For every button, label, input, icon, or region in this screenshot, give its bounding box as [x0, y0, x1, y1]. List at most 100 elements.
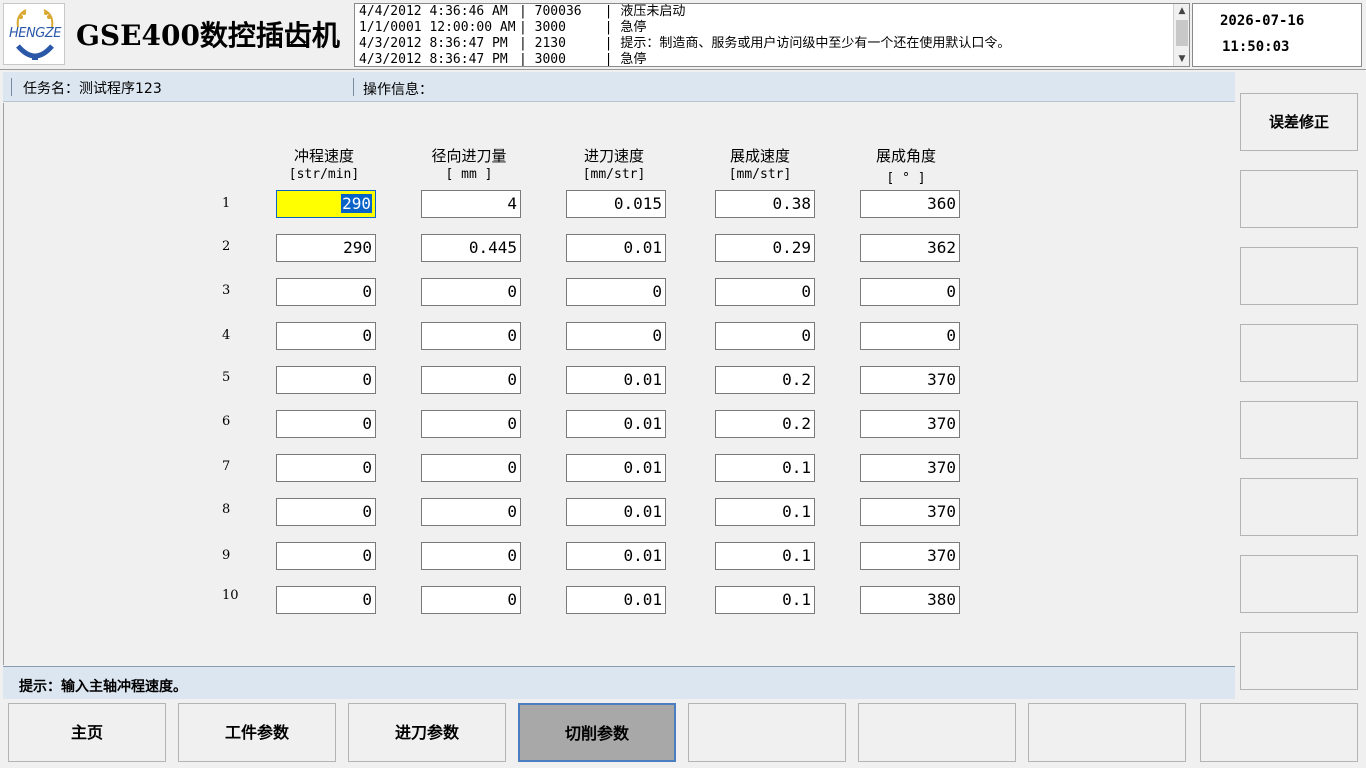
generating-speed-field[interactable]: 0.1 [715, 542, 815, 570]
stroke-speed-field[interactable]: 0 [276, 322, 376, 350]
column-unit: [ mm ] [445, 167, 493, 182]
cutting-params-button[interactable]: 切削参数 [518, 703, 676, 762]
feed-speed-field[interactable]: 0.01 [566, 542, 666, 570]
generating-angle-field[interactable]: 370 [860, 410, 960, 438]
stroke-speed-field[interactable]: 0 [276, 542, 376, 570]
generating-angle-field[interactable]: 0 [860, 278, 960, 306]
column-unit: [mm/str] [582, 167, 646, 182]
side-button-3[interactable] [1240, 247, 1358, 305]
workpiece-params-button[interactable]: 工件参数 [178, 703, 336, 762]
feed-speed-field[interactable]: 0.01 [566, 586, 666, 614]
generating-angle-field[interactable]: 360 [860, 190, 960, 218]
column-header: 进刀速度 [583, 147, 644, 165]
feed-speed-field[interactable]: 0 [566, 322, 666, 350]
feed-speed-field[interactable]: 0.01 [566, 454, 666, 482]
side-button-4[interactable] [1240, 324, 1358, 382]
generating-angle-field[interactable]: 370 [860, 366, 960, 394]
side-button-7[interactable] [1240, 555, 1358, 613]
radial-feed-field[interactable]: 4 [421, 190, 521, 218]
bottom-button-5[interactable] [688, 703, 846, 762]
generating-speed-field[interactable]: 0.1 [715, 586, 815, 614]
generating-speed-field[interactable]: 0.2 [715, 410, 815, 438]
log-entry: 4/3/2012 8:36:47 PM | 2130 | 提示：制造商、服务或用户访… [359, 36, 1011, 51]
column-header: 展成速度 [729, 147, 790, 165]
stroke-speed-field[interactable]: 0 [276, 278, 376, 306]
bottom-button-6[interactable] [858, 703, 1016, 762]
bottom-button-8[interactable] [1200, 703, 1358, 762]
feed-speed-field[interactable]: 0.015 [566, 190, 666, 218]
scroll-up-icon[interactable]: ▲ [1174, 4, 1190, 18]
scroll-thumb[interactable] [1176, 20, 1188, 46]
radial-feed-field[interactable]: 0 [421, 322, 521, 350]
row-number: 10 [222, 588, 239, 603]
cutting-params-panel: 冲程速度 [str/min] 径向进刀量 [ mm ] 进刀速度 [mm/str… [3, 103, 1235, 665]
generating-speed-field[interactable]: 0.1 [715, 498, 815, 526]
feed-speed-field[interactable]: 0.01 [566, 366, 666, 394]
log-entry: 4/3/2012 8:36:47 PM | 3000 | 急停 [359, 52, 647, 67]
divider [11, 78, 12, 96]
generating-angle-field[interactable]: 380 [860, 586, 960, 614]
column-unit: [ ° ] [886, 171, 926, 186]
feed-speed-field[interactable]: 0.01 [566, 410, 666, 438]
radial-feed-field[interactable]: 0 [421, 278, 521, 306]
log-entry: 1/1/0001 12:00:00 AM | 3000 | 急停 [359, 20, 647, 35]
stroke-speed-field[interactable]: 290 [276, 190, 376, 218]
app-title: GSE400数控插齿机 [76, 19, 340, 52]
generating-angle-field[interactable]: 0 [860, 322, 960, 350]
stroke-speed-field[interactable]: 0 [276, 454, 376, 482]
stroke-speed-field[interactable]: 0 [276, 586, 376, 614]
stroke-speed-field[interactable]: 0 [276, 366, 376, 394]
row-number: 8 [222, 502, 231, 517]
error-correction-button[interactable]: 误差修正 [1240, 93, 1358, 151]
company-logo: HENGZE [3, 3, 65, 65]
bottom-button-7[interactable] [1028, 703, 1186, 762]
generating-speed-field[interactable]: 0.29 [715, 234, 815, 262]
log-entry: 4/4/2012 4:36:46 AM | 700036 | 液压未启动 [359, 4, 686, 19]
side-button-5[interactable] [1240, 401, 1358, 459]
generating-speed-field[interactable]: 0.38 [715, 190, 815, 218]
log-scrollbar[interactable]: ▲ ▼ [1173, 4, 1189, 66]
feed-speed-field[interactable]: 0.01 [566, 234, 666, 262]
column-header: 展成角度 [875, 147, 936, 165]
scroll-down-icon[interactable]: ▼ [1174, 52, 1190, 66]
row-number: 2 [222, 239, 231, 254]
column-header: 冲程速度 [293, 147, 354, 165]
radial-feed-field[interactable]: 0 [421, 586, 521, 614]
feed-speed-field[interactable]: 0.01 [566, 498, 666, 526]
generating-speed-field[interactable]: 0 [715, 278, 815, 306]
row-number: 1 [222, 196, 231, 211]
radial-feed-field[interactable]: 0 [421, 410, 521, 438]
alarm-log-list[interactable]: 4/4/2012 4:36:46 AM | 700036 | 液压未启动 1/1/0… [354, 3, 1190, 67]
radial-feed-field[interactable]: 0 [421, 542, 521, 570]
generating-speed-field[interactable]: 0.2 [715, 366, 815, 394]
side-button-2[interactable] [1240, 170, 1358, 228]
radial-feed-field[interactable]: 0 [421, 498, 521, 526]
divider [353, 78, 354, 96]
radial-feed-field[interactable]: 0 [421, 454, 521, 482]
stroke-speed-field[interactable]: 0 [276, 498, 376, 526]
logo-text: HENGZE [9, 26, 61, 41]
side-button-8[interactable] [1240, 632, 1358, 690]
home-button[interactable]: 主页 [8, 703, 166, 762]
date-text: 2026-07-16 [1220, 13, 1305, 29]
generating-angle-field[interactable]: 362 [860, 234, 960, 262]
hint-text: 提示：输入主轴冲程速度。 [19, 679, 187, 695]
task-name: 任务名：测试程序123 [23, 81, 162, 97]
stroke-speed-field[interactable]: 0 [276, 410, 376, 438]
row-number: 3 [222, 283, 231, 298]
generating-speed-field[interactable]: 0 [715, 322, 815, 350]
radial-feed-field[interactable]: 0 [421, 366, 521, 394]
time-text: 11:50:03 [1222, 39, 1290, 55]
datetime-display: 2026-07-16 11:50:03 [1192, 3, 1362, 67]
stroke-speed-field[interactable]: 290 [276, 234, 376, 262]
radial-feed-field[interactable]: 0.445 [421, 234, 521, 262]
generating-speed-field[interactable]: 0.1 [715, 454, 815, 482]
side-button-6[interactable] [1240, 478, 1358, 536]
feed-speed-field[interactable]: 0 [566, 278, 666, 306]
generating-angle-field[interactable]: 370 [860, 498, 960, 526]
row-number: 4 [222, 328, 231, 343]
column-header: 径向进刀量 [431, 147, 507, 165]
generating-angle-field[interactable]: 370 [860, 542, 960, 570]
generating-angle-field[interactable]: 370 [860, 454, 960, 482]
feed-params-button[interactable]: 进刀参数 [348, 703, 506, 762]
